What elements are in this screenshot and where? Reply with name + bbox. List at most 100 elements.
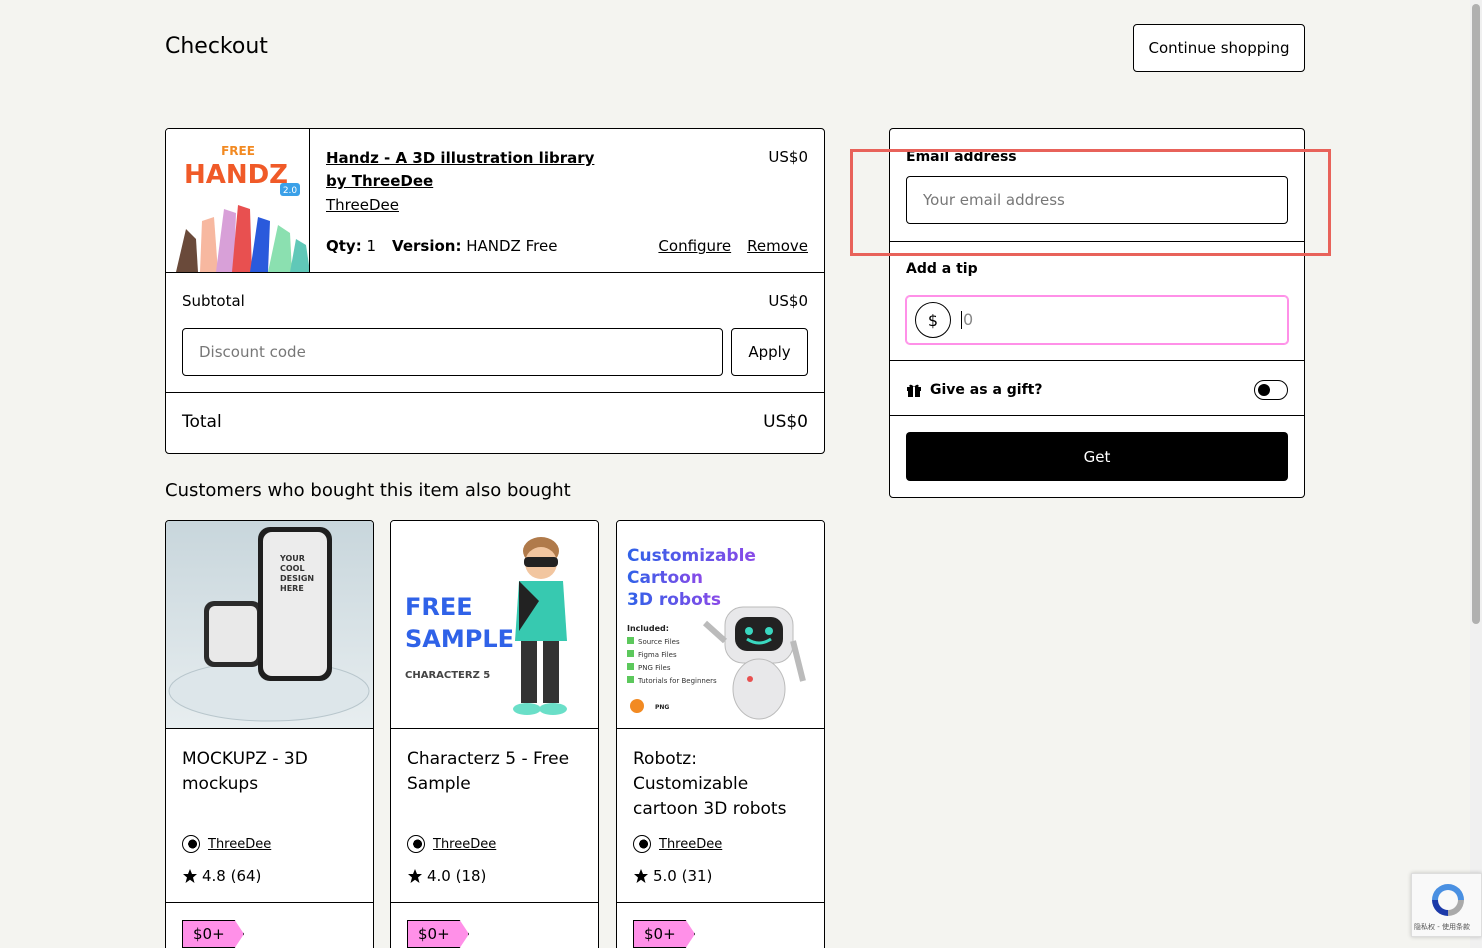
page-scrollbar[interactable]	[1470, 0, 1482, 948]
panel-divider	[890, 241, 1304, 242]
rating-value: 4.8 (64)	[202, 867, 262, 885]
rating: 4.0 (18)	[407, 867, 486, 885]
recaptcha-badge[interactable]: 隐私权 - 使用条款	[1411, 873, 1482, 937]
version-label: Version:	[392, 237, 462, 255]
img-list-item: Figma Files	[638, 651, 677, 659]
product-title[interactable]: MOCKUPZ - 3D mockups	[182, 747, 362, 797]
apply-discount-button[interactable]: Apply	[731, 328, 808, 376]
configure-link[interactable]: Configure	[658, 237, 731, 255]
product-thumbnail[interactable]: FREE HANDZ 2.0	[166, 129, 310, 272]
img-robots-text: 3D robots	[627, 590, 721, 610]
thumb-name: HANDZ	[184, 160, 288, 190]
price-tag: $0+	[633, 920, 695, 948]
gift-label: Give as a gift?	[930, 382, 1043, 398]
creator-avatar-icon	[182, 835, 200, 853]
page-title: Checkout	[165, 34, 268, 59]
recaptcha-text[interactable]: 隐私权 - 使用条款	[1414, 922, 1470, 932]
panel-divider	[890, 360, 1304, 361]
product-image: YOUR COOL DESIGN HERE	[166, 521, 373, 729]
rating-value: 5.0 (31)	[653, 867, 713, 885]
img-list-item: Tutorials for Beginners	[637, 677, 717, 685]
img-free-text: FREE	[405, 593, 473, 621]
img-list-item: Source Files	[638, 638, 680, 646]
creator-row: ThreeDee	[633, 835, 722, 853]
star-icon	[634, 869, 648, 883]
img-customizable-text: Customizable	[627, 546, 756, 566]
recommendations-heading: Customers who bought this item also boug…	[165, 480, 571, 501]
product-title-link[interactable]: Handz - A 3D illustration library by Thr…	[326, 147, 606, 193]
gift-toggle[interactable]	[1254, 380, 1288, 400]
recommendation-card[interactable]: YOUR COOL DESIGN HERE MOCKUPZ - 3D mocku…	[165, 520, 374, 948]
star-icon	[183, 869, 197, 883]
product-creator-link[interactable]: ThreeDee	[326, 196, 399, 214]
recommendation-card[interactable]: FREE SAMPLE CHARACTERZ 5 Characterz 5 - …	[390, 520, 599, 948]
creator-avatar-icon	[633, 835, 651, 853]
img-sample-text: SAMPLE	[405, 625, 514, 653]
svg-text:COOL: COOL	[280, 564, 305, 573]
email-label: Email address	[906, 149, 1017, 165]
get-button[interactable]: Get	[906, 432, 1288, 481]
email-input[interactable]	[906, 176, 1288, 224]
price-tag: $0+	[182, 920, 244, 948]
creator-link[interactable]: ThreeDee	[433, 837, 496, 852]
checkout-panel: Email address Add a tip $ 0 Give as a gi…	[889, 128, 1305, 498]
creator-link[interactable]: ThreeDee	[659, 837, 722, 852]
cart-item: FREE HANDZ 2.0 Handz - A 3D illustration…	[166, 129, 824, 273]
subtotal-label: Subtotal	[182, 292, 245, 310]
tip-value[interactable]: 0	[961, 311, 973, 329]
panel-divider	[890, 415, 1304, 416]
qty-label: Qty:	[326, 237, 362, 255]
creator-row: ThreeDee	[182, 835, 271, 853]
gift-row: Give as a gift?	[906, 380, 1288, 400]
product-actions: Configure Remove	[658, 237, 808, 255]
price-tag: $0+	[407, 920, 469, 948]
product-image: FREE SAMPLE CHARACTERZ 5	[391, 521, 598, 729]
toggle-knob	[1258, 384, 1270, 396]
recommendation-card[interactable]: Customizable Cartoon 3D robots Included:…	[616, 520, 825, 948]
product-title[interactable]: Characterz 5 - Free Sample	[407, 747, 587, 797]
img-characterz-text: CHARACTERZ 5	[405, 670, 490, 681]
img-png-text: PNG	[655, 704, 669, 711]
svg-text:DESIGN: DESIGN	[280, 574, 314, 583]
subtotal-value: US$0	[768, 292, 808, 310]
product-meta: Qty: 1 Version: HANDZ Free	[326, 237, 557, 255]
continue-shopping-button[interactable]: Continue shopping	[1133, 24, 1305, 72]
star-icon	[408, 869, 422, 883]
qty-value: 1	[366, 237, 377, 255]
characterz-image: FREE SAMPLE CHARACTERZ 5	[391, 521, 598, 728]
svg-text:HERE: HERE	[280, 584, 304, 593]
gift-icon	[907, 384, 921, 397]
rating-value: 4.0 (18)	[427, 867, 487, 885]
product-title[interactable]: Robotz: Customizable cartoon 3D robots	[633, 747, 813, 822]
tip-label: Add a tip	[906, 261, 978, 277]
cart-summary: FREE HANDZ 2.0 Handz - A 3D illustration…	[165, 128, 825, 454]
scrollbar-thumb[interactable]	[1472, 4, 1480, 624]
recaptcha-icon	[1432, 884, 1464, 916]
subtotal-row: Subtotal US$0	[182, 292, 808, 310]
thumb-version: 2.0	[283, 186, 298, 196]
img-cartoon-text: Cartoon	[627, 568, 703, 588]
version-value: HANDZ Free	[466, 237, 558, 255]
thumb-badge: FREE	[221, 144, 255, 158]
product-image: Customizable Cartoon 3D robots Included:…	[617, 521, 824, 729]
creator-link[interactable]: ThreeDee	[208, 837, 271, 852]
img-included-text: Included:	[627, 624, 669, 633]
total-row: Total US$0	[182, 412, 808, 432]
discount-code-input[interactable]	[182, 328, 723, 376]
cart-divider	[166, 392, 824, 393]
tip-input[interactable]: $ 0	[906, 296, 1288, 344]
mockupz-image: YOUR COOL DESIGN HERE	[166, 521, 373, 728]
product-price: US$0	[768, 148, 808, 166]
creator-row: ThreeDee	[407, 835, 496, 853]
rating: 5.0 (31)	[633, 867, 712, 885]
handz-thumbnail-image: FREE HANDZ 2.0	[166, 129, 309, 272]
robotz-image: Customizable Cartoon 3D robots Included:…	[617, 521, 824, 728]
total-value: US$0	[763, 412, 808, 432]
dollar-icon: $	[915, 302, 951, 338]
img-list-item: PNG Files	[638, 664, 671, 672]
svg-text:YOUR: YOUR	[279, 554, 305, 563]
creator-avatar-icon	[407, 835, 425, 853]
remove-link[interactable]: Remove	[747, 237, 808, 255]
rating: 4.8 (64)	[182, 867, 261, 885]
total-label: Total	[182, 412, 222, 432]
